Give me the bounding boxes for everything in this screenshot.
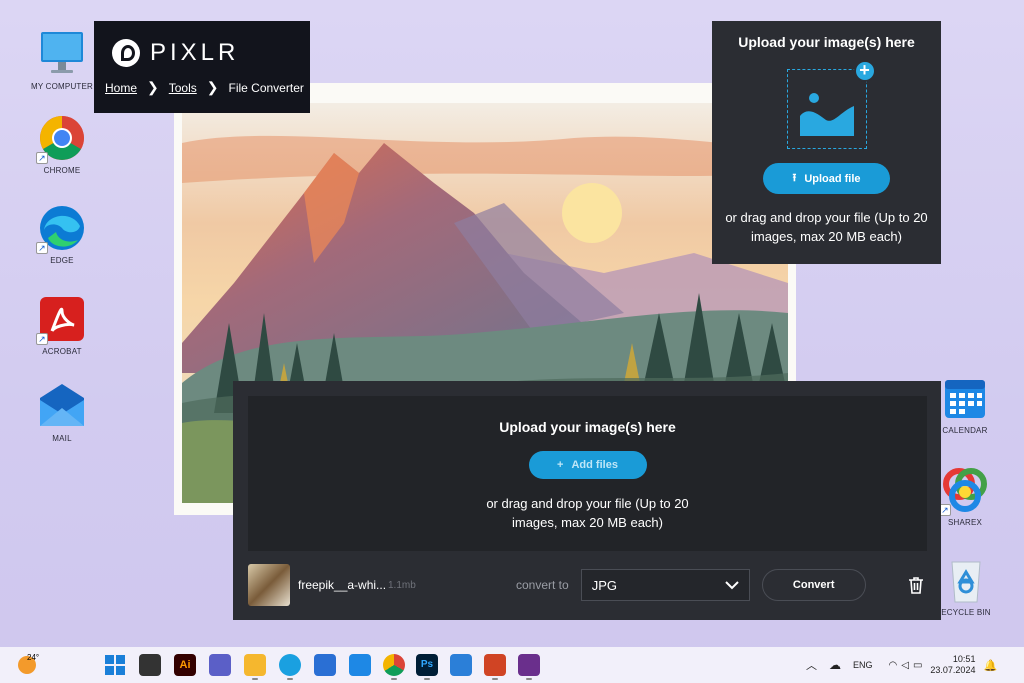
upload-file-button[interactable]: ⭱ Upload file bbox=[763, 163, 890, 194]
clock[interactable]: 10:51 23.07.2024 bbox=[930, 654, 975, 676]
breadcrumb-home-link[interactable]: Home bbox=[105, 81, 137, 95]
chrome-icon: ↗ bbox=[36, 114, 86, 164]
file-name: freepik__a-whi... bbox=[298, 578, 387, 592]
desktop-icon-label: CHROME bbox=[43, 166, 81, 175]
convert-to-label: convert to bbox=[516, 578, 569, 592]
clock-date: 23.07.2024 bbox=[930, 665, 976, 675]
plus-icon[interactable]: + bbox=[853, 60, 876, 82]
chrome-taskbar-icon[interactable] bbox=[383, 654, 405, 676]
winrar-icon[interactable] bbox=[518, 654, 540, 676]
wifi-icon[interactable]: ◠ bbox=[889, 660, 898, 671]
recycle-bin-icon bbox=[942, 556, 990, 604]
pixlr-header: PIXLR Home ❯ Tools ❯ File Converter bbox=[94, 21, 310, 113]
desktop-icon-acrobat[interactable]: ↗ ACROBAT bbox=[22, 295, 102, 356]
edge-icon: ↗ bbox=[36, 204, 86, 254]
monitor-icon bbox=[38, 30, 86, 78]
breadcrumb: Home ❯ Tools ❯ File Converter bbox=[94, 73, 310, 96]
add-files-label: Add files bbox=[571, 459, 618, 471]
desktop-icon-label: ECYCLE BIN bbox=[941, 608, 991, 617]
system-tray: ︿ ☁ ENG ◠ ◁ ▭ 10:51 23.07.2024 🔔 bbox=[806, 647, 997, 683]
desktop-icon-label: CALENDAR bbox=[942, 426, 988, 435]
taskbar: 24° Ai Ps ︿ ☁ ENG ◠ ◁ ▭ 10:51 23.07.2024… bbox=[0, 647, 1024, 683]
pixlr-logo[interactable]: PIXLR bbox=[94, 21, 310, 73]
weather-temp: 24° bbox=[27, 653, 40, 662]
upload-card-title: Upload your image(s) here bbox=[738, 34, 915, 50]
file-explorer-icon[interactable] bbox=[244, 654, 266, 676]
task-view-icon[interactable] bbox=[139, 654, 161, 676]
desktop-icon-mail[interactable]: MAIL bbox=[22, 382, 102, 443]
acrobat-icon: ↗ bbox=[36, 295, 86, 345]
calendar-icon bbox=[941, 374, 989, 422]
powerpoint-icon[interactable] bbox=[484, 654, 506, 676]
upload-card-hint: or drag and drop your file (Up to 20 ima… bbox=[725, 210, 928, 244]
format-select[interactable]: JPG bbox=[580, 569, 750, 601]
shortcut-arrow-icon: ↗ bbox=[36, 242, 48, 254]
language-indicator[interactable]: ENG bbox=[853, 660, 873, 670]
desktop-icon-label: MY COMPUTER bbox=[30, 82, 94, 91]
notification-bell-icon[interactable]: 🔔 bbox=[983, 659, 997, 672]
file-size: 1.1mb bbox=[388, 579, 416, 591]
file-converter-panel: Upload your image(s) here + Add files or… bbox=[233, 381, 941, 620]
mail-taskbar-icon[interactable] bbox=[349, 654, 371, 676]
desktop-icon-chrome[interactable]: ↗ CHROME bbox=[22, 114, 102, 175]
shortcut-arrow-icon: ↗ bbox=[36, 152, 48, 164]
desktop-icon-label: SHAREX bbox=[947, 518, 983, 527]
start-icon[interactable] bbox=[104, 654, 126, 676]
pixlr-logo-text: PIXLR bbox=[150, 39, 240, 66]
shortcut-arrow-icon: ↗ bbox=[36, 333, 48, 345]
pixlr-logo-icon bbox=[112, 39, 140, 67]
trash-icon[interactable] bbox=[908, 576, 924, 594]
image-placeholder-icon bbox=[799, 93, 854, 136]
upload-card: Upload your image(s) here + ⭱ Upload fil… bbox=[712, 21, 941, 264]
photos-icon[interactable] bbox=[450, 654, 472, 676]
teams-icon[interactable] bbox=[209, 654, 231, 676]
image-dropzone[interactable]: + bbox=[786, 60, 876, 149]
onedrive-icon[interactable]: ☁ bbox=[829, 658, 841, 672]
chevron-up-icon[interactable]: ︿ bbox=[806, 657, 817, 673]
converter-title: Upload your image(s) here bbox=[499, 419, 676, 435]
edge-taskbar-icon[interactable] bbox=[279, 654, 301, 676]
converter-dropzone[interactable]: Upload your image(s) here + Add files or… bbox=[248, 396, 927, 551]
desktop-icon-my-computer[interactable]: MY COMPUTER bbox=[22, 30, 102, 91]
chevron-down-icon bbox=[724, 580, 739, 589]
chevron-right-icon: ❯ bbox=[206, 79, 219, 95]
file-thumbnail bbox=[248, 564, 290, 606]
photoshop-icon[interactable]: Ps bbox=[416, 654, 438, 676]
add-files-button[interactable]: + Add files bbox=[528, 451, 647, 479]
store-icon[interactable] bbox=[314, 654, 336, 676]
convert-button[interactable]: Convert bbox=[761, 569, 866, 601]
desktop-icon-label: ACROBAT bbox=[42, 347, 82, 356]
file-row: freepik__a-whi... 1.1mb convert to JPG C… bbox=[248, 563, 927, 607]
desktop-icon-label: MAIL bbox=[52, 434, 72, 443]
converter-hint: or drag and drop your file (Up to 20 ima… bbox=[486, 496, 689, 530]
desktop-icon-label: EDGE bbox=[50, 256, 74, 265]
mail-icon bbox=[38, 382, 86, 430]
format-selected: JPG bbox=[591, 577, 617, 593]
volume-icon[interactable]: ◁ bbox=[901, 660, 909, 671]
breadcrumb-tools-link[interactable]: Tools bbox=[169, 81, 197, 95]
illustrator-icon[interactable]: Ai bbox=[174, 654, 196, 676]
clock-time: 10:51 bbox=[952, 654, 976, 664]
desktop-icon-edge[interactable]: ↗ EDGE bbox=[22, 204, 102, 265]
battery-icon[interactable]: ▭ bbox=[913, 660, 922, 671]
upload-file-label: Upload file bbox=[804, 172, 861, 185]
plus-icon: + bbox=[557, 459, 564, 471]
breadcrumb-current: File Converter bbox=[228, 80, 304, 95]
sharex-icon: ↗ bbox=[939, 466, 989, 516]
upload-icon: ⭱ bbox=[792, 172, 797, 184]
chevron-right-icon: ❯ bbox=[147, 79, 159, 95]
